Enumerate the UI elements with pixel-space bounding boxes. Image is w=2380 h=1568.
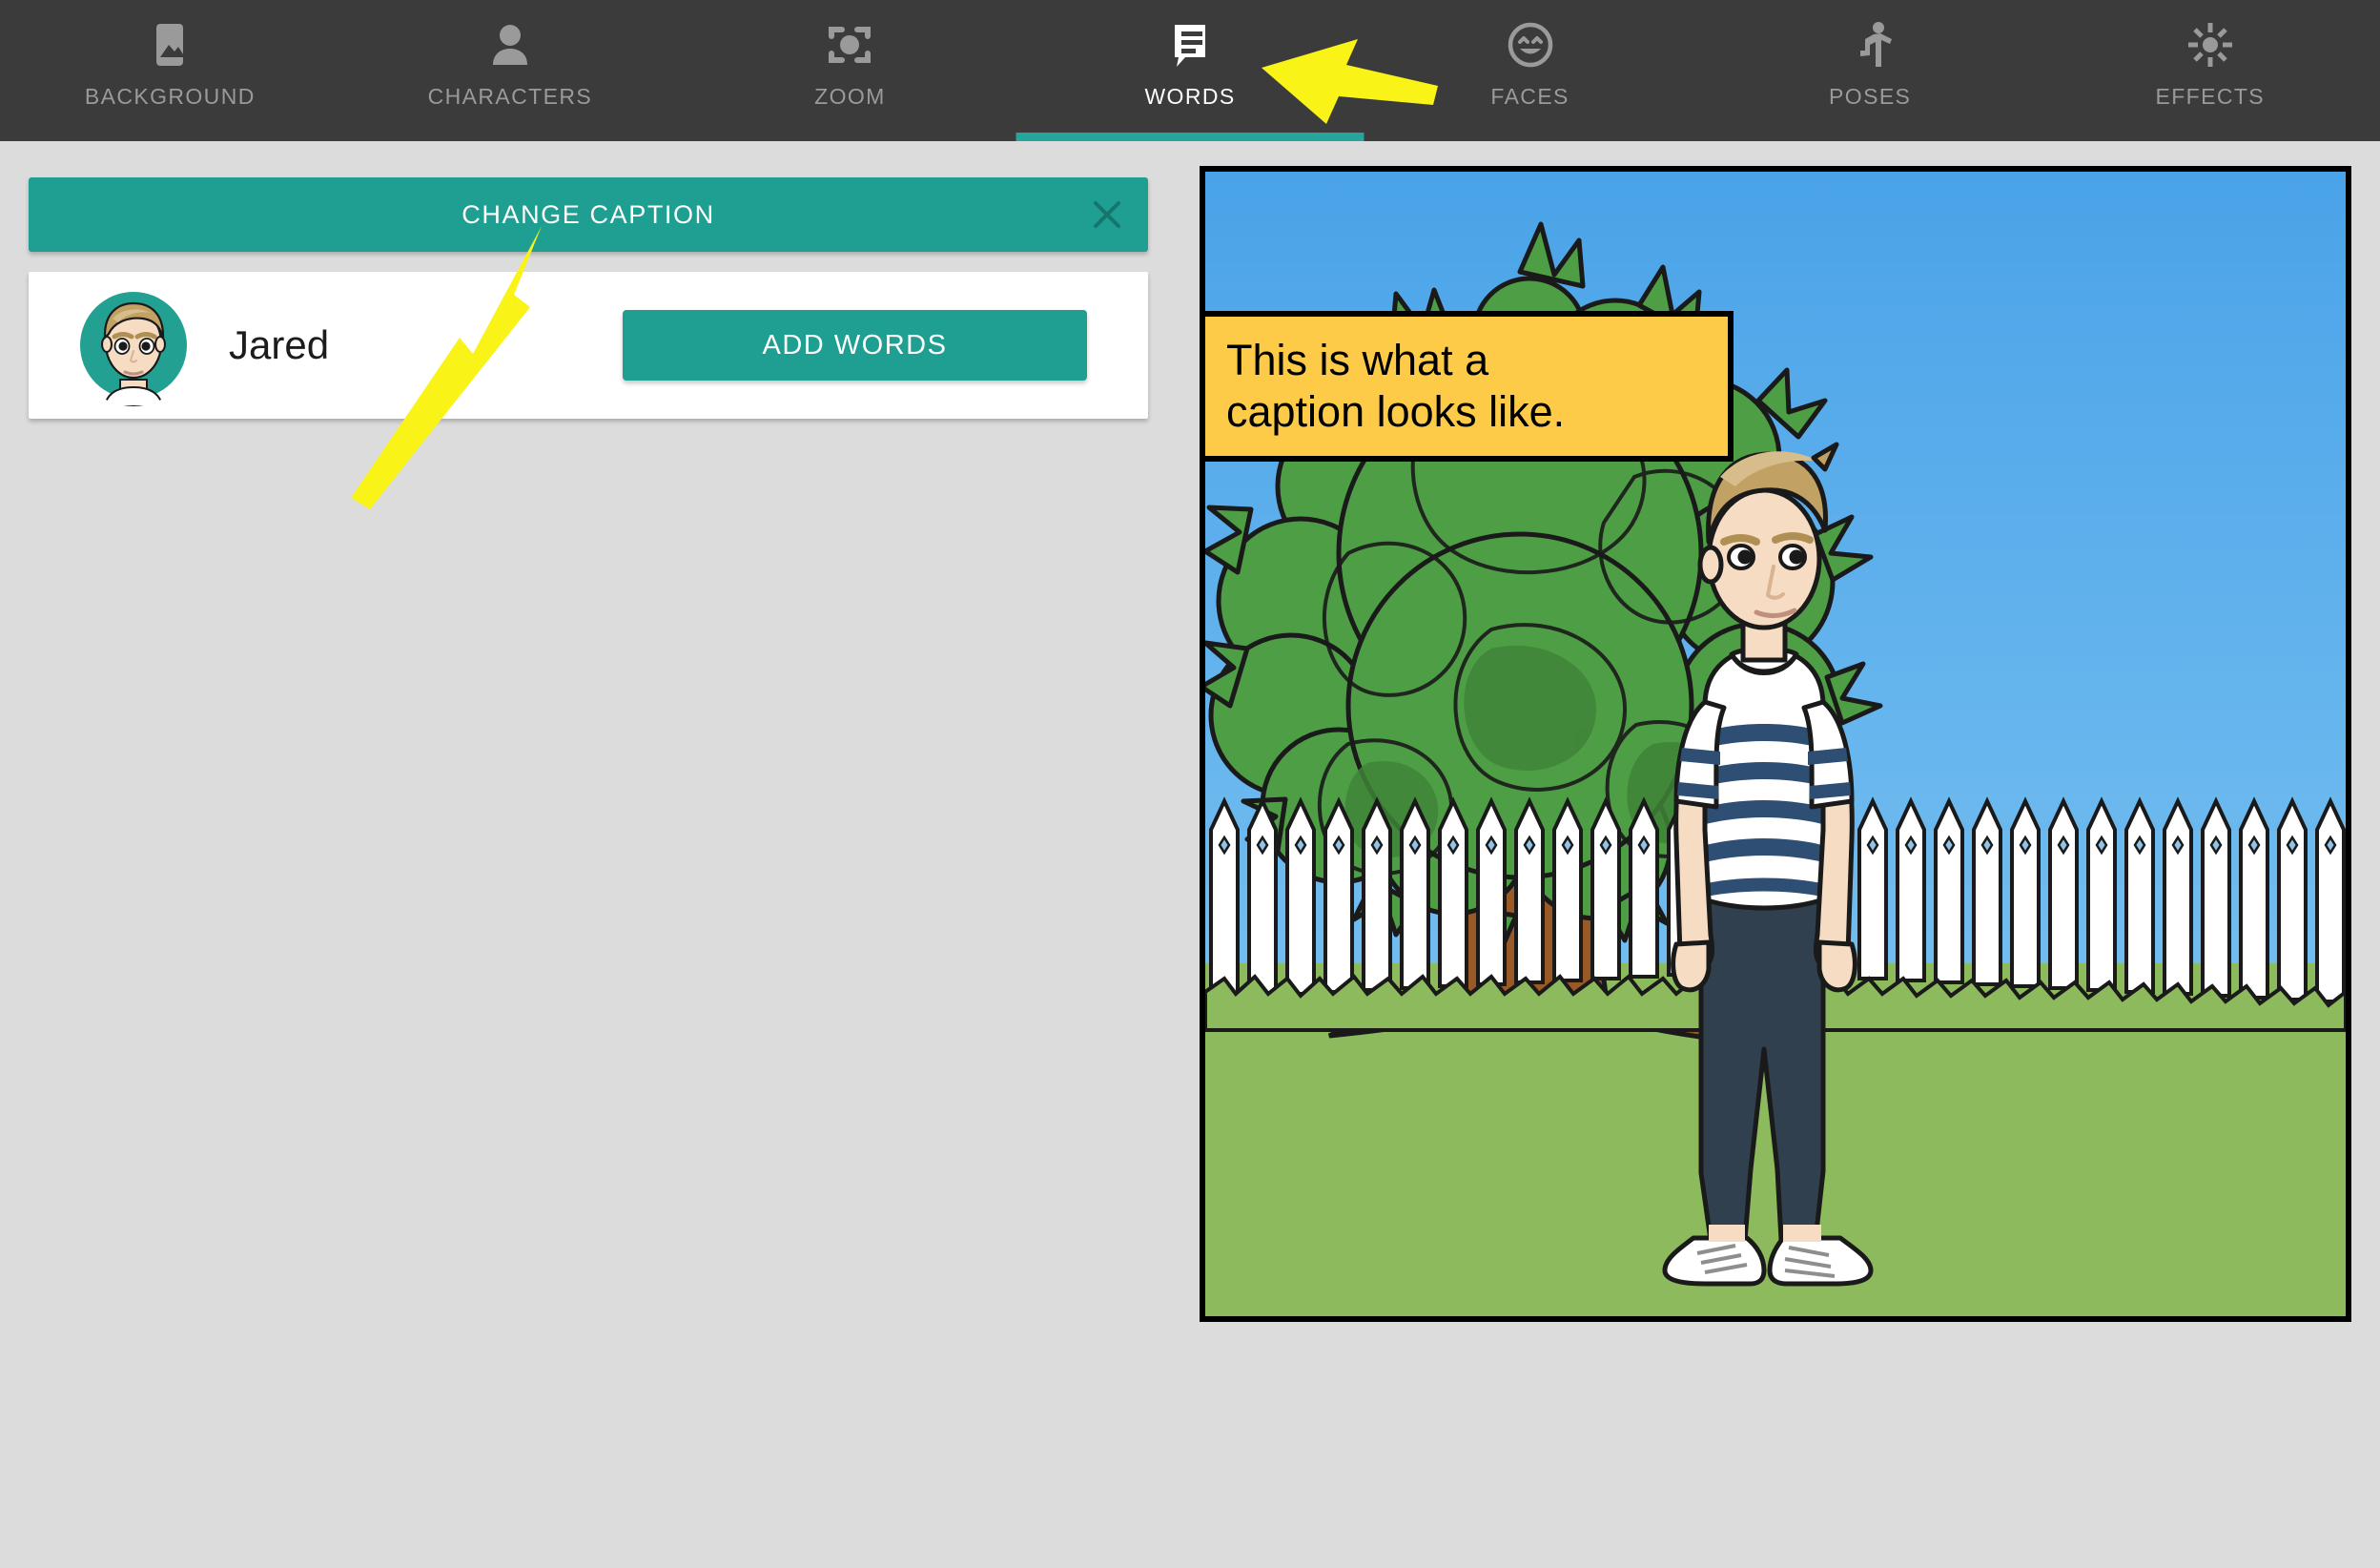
tab-words[interactable]: WORDS (1020, 0, 1361, 141)
tab-effects[interactable]: EFFECTS (2040, 0, 2380, 141)
character-name: Jared (229, 322, 329, 368)
image-icon (140, 15, 199, 74)
tab-label-characters: CHARACTERS (428, 84, 592, 110)
tab-characters[interactable]: CHARACTERS (340, 0, 681, 141)
speech-bubble-icon (1160, 15, 1220, 74)
tab-background[interactable]: BACKGROUND (0, 0, 340, 141)
person-icon (481, 15, 540, 74)
tab-zoom[interactable]: ZOOM (680, 0, 1020, 141)
caption-line-1: This is what a (1226, 335, 1707, 386)
add-words-button[interactable]: ADD WORDS (623, 310, 1087, 381)
editor-stage: CHANGE CAPTION (0, 141, 2380, 1568)
tab-faces[interactable]: FACES (1360, 0, 1700, 141)
tab-underline-active (1016, 133, 1364, 141)
tab-label-background: BACKGROUND (85, 84, 256, 110)
tab-label-poses: POSES (1829, 84, 1911, 110)
tab-poses[interactable]: POSES (1700, 0, 2041, 141)
character-row: Jared ADD WORDS (29, 272, 1148, 419)
words-panel: CHANGE CAPTION (29, 177, 1148, 419)
change-caption-bar[interactable]: CHANGE CAPTION (29, 177, 1148, 252)
close-x-icon[interactable] (1087, 195, 1127, 235)
smiley-face-icon (1501, 15, 1560, 74)
tab-label-words: WORDS (1144, 84, 1235, 110)
tab-label-effects: EFFECTS (2155, 84, 2265, 110)
caption-line-2: caption looks like. (1226, 386, 1707, 438)
sun-brightness-icon (2181, 15, 2240, 74)
tab-label-zoom: ZOOM (814, 84, 886, 110)
focus-frame-icon (820, 15, 879, 74)
tab-label-faces: FACES (1490, 84, 1569, 110)
running-person-icon (1840, 15, 1899, 74)
editor-toolbar: BACKGROUND CHARACTERS ZOOM (0, 0, 2380, 141)
change-caption-label: CHANGE CAPTION (462, 200, 714, 230)
comic-caption-box[interactable]: This is what a caption looks like. (1200, 311, 1734, 462)
character-avatar[interactable] (72, 284, 195, 406)
